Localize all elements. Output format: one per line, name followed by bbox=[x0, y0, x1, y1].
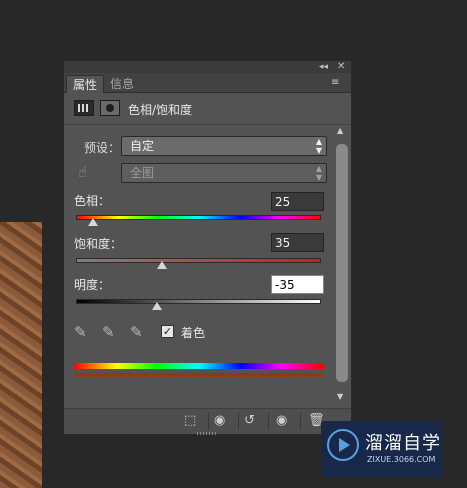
lightness-slider-thumb[interactable] bbox=[151, 302, 162, 310]
preset-label: 预设： bbox=[84, 141, 121, 155]
clip-to-layer-icon[interactable]: ⬚ bbox=[184, 413, 196, 429]
panel-scrollbar[interactable]: ▲ ▼ bbox=[335, 126, 349, 406]
updown-arrow-icon: ▲ ▼ bbox=[315, 164, 322, 182]
panel-menu-icon[interactable]: ≡ bbox=[331, 77, 339, 88]
resize-grip[interactable] bbox=[197, 432, 217, 435]
panel-tabbar: 属性 信息 ≡ bbox=[64, 73, 351, 93]
watermark-logo: 溜溜自学 ZIXUE.3066.COM bbox=[321, 421, 441, 477]
play-logo-icon bbox=[327, 429, 359, 461]
canvas-image bbox=[0, 222, 42, 488]
footer-divider bbox=[208, 412, 209, 430]
lightness-slider-track[interactable] bbox=[76, 299, 321, 304]
reset-icon[interactable]: ↺ bbox=[244, 413, 255, 429]
scroll-thumb[interactable] bbox=[336, 144, 348, 382]
properties-panel: ◂◂ ✕ 属性 信息 ≡ 色相/饱和度 预设： 自定 ▲ ▼ ☝ 全图 ▲ ▼ 色相… bbox=[63, 60, 352, 435]
preset-value: 自定 bbox=[130, 139, 155, 153]
input-color-bar bbox=[74, 363, 323, 369]
hue-label: 色相： bbox=[74, 194, 111, 208]
collapse-icon[interactable]: ◂◂ bbox=[319, 61, 328, 73]
saturation-slider-track[interactable] bbox=[76, 258, 321, 263]
preset-select[interactable]: 自定 ▲ ▼ bbox=[121, 136, 327, 156]
colorize-label: 着色 bbox=[181, 326, 206, 340]
panel-header: 色相/饱和度 bbox=[64, 93, 351, 125]
tab-properties[interactable]: 属性 bbox=[66, 75, 105, 93]
panel-footer: ⬚ ◉ ↺ ◉ 🗑 bbox=[64, 408, 351, 434]
hue-slider-thumb[interactable] bbox=[88, 218, 99, 226]
view-previous-state-icon[interactable]: ◉ bbox=[214, 413, 225, 429]
tab-info[interactable]: 信息 bbox=[104, 75, 140, 93]
scroll-down-arrow-icon[interactable]: ▼ bbox=[337, 392, 343, 401]
output-color-bar bbox=[74, 373, 323, 377]
eyedropper-icon[interactable]: ✎ bbox=[74, 323, 87, 341]
channel-select[interactable]: 全图 ▲ ▼ bbox=[121, 163, 327, 183]
footer-divider bbox=[300, 412, 301, 430]
adjustment-icon[interactable] bbox=[74, 100, 94, 116]
lightness-input[interactable] bbox=[271, 275, 324, 294]
channel-value: 全图 bbox=[130, 166, 155, 180]
saturation-slider-thumb[interactable] bbox=[156, 261, 167, 269]
hue-slider-track[interactable] bbox=[76, 215, 321, 220]
mask-icon[interactable] bbox=[100, 100, 120, 116]
eyedropper-minus-icon[interactable]: ✎ bbox=[130, 323, 143, 341]
panel-topbar: ◂◂ ✕ bbox=[64, 61, 351, 73]
close-icon[interactable]: ✕ bbox=[337, 61, 345, 73]
saturation-label: 饱和度： bbox=[74, 237, 123, 251]
saturation-input[interactable] bbox=[271, 233, 324, 252]
footer-divider bbox=[268, 412, 269, 430]
scroll-up-arrow-icon[interactable]: ▲ bbox=[337, 126, 343, 135]
targeted-adjustment-hand-icon[interactable]: ☝ bbox=[78, 163, 87, 181]
watermark-subtitle: ZIXUE.3066.COM bbox=[367, 455, 436, 464]
hue-input[interactable] bbox=[271, 192, 324, 211]
watermark-title: 溜溜自学 bbox=[365, 433, 441, 454]
panel-title: 色相/饱和度 bbox=[128, 103, 193, 117]
colorize-checkbox[interactable]: ✓ bbox=[161, 325, 174, 338]
visibility-icon[interactable]: ◉ bbox=[276, 413, 287, 429]
footer-divider bbox=[238, 412, 239, 430]
eyedropper-plus-icon[interactable]: ✎ bbox=[102, 323, 115, 341]
lightness-label: 明度： bbox=[74, 278, 111, 292]
updown-arrow-icon: ▲ ▼ bbox=[315, 137, 322, 155]
